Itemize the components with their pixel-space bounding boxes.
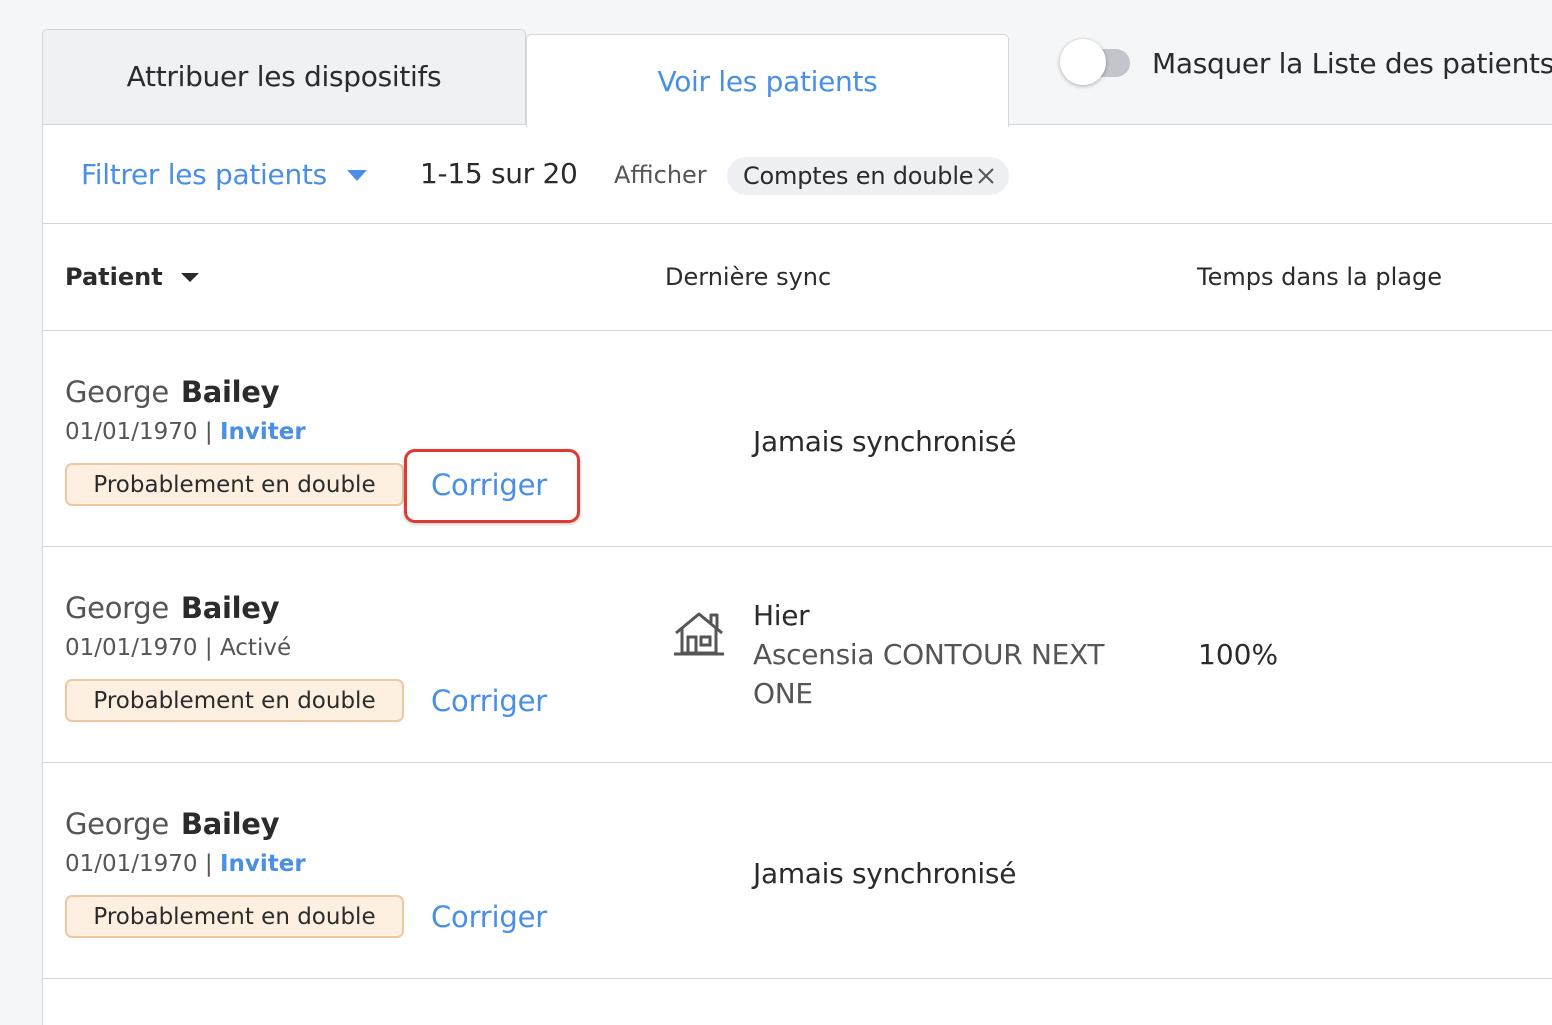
table-row: George Bailey 01/01/1970 | Activé Probabl…: [43, 547, 1552, 763]
tab-assign-devices-label: Attribuer les dispositifs: [126, 60, 442, 93]
show-label: Afficher: [614, 161, 707, 189]
close-icon[interactable]: [975, 165, 997, 187]
patient-first-name: George: [65, 375, 169, 409]
patient-dob: 01/01/1970: [65, 419, 198, 445]
duplicate-badge: Probablement en double: [65, 679, 404, 722]
chevron-down-icon: [346, 169, 367, 181]
duplicate-accounts-chip: Comptes en double: [727, 157, 1009, 195]
column-header-patient-label: Patient: [65, 263, 163, 291]
table-row: George Bailey 01/01/1970 | Inviter Probab…: [43, 763, 1552, 979]
patient-meta: 01/01/1970 | Inviter: [65, 851, 306, 877]
invite-link[interactable]: Inviter: [220, 419, 306, 445]
patient-first-name: George: [65, 807, 169, 841]
column-header-patient[interactable]: Patient: [65, 260, 199, 294]
invite-link[interactable]: Inviter: [220, 851, 306, 877]
patient-name[interactable]: George Bailey: [65, 807, 280, 841]
home-icon: [674, 612, 724, 656]
patient-first-name: George: [65, 591, 169, 625]
meta-separator: |: [204, 851, 213, 877]
chip-label: Comptes en double: [743, 162, 974, 190]
patient-meta: 01/01/1970 | Activé: [65, 635, 291, 661]
last-sync-info: Hier Ascensia CONTOUR NEXT ONE: [753, 596, 1133, 713]
last-sync-value: Hier: [753, 599, 810, 632]
duplicate-badge: Probablement en double: [65, 463, 404, 506]
column-header-time-in-range: Temps dans la plage: [1197, 263, 1442, 291]
last-sync-value: Jamais synchronisé: [753, 425, 1017, 458]
patient-meta: 01/01/1970 | Inviter: [65, 419, 306, 445]
fix-duplicate-link[interactable]: Corriger: [431, 465, 547, 505]
time-in-range-value: 100%: [1198, 638, 1279, 671]
patient-last-name: Bailey: [180, 375, 280, 409]
patient-name[interactable]: George Bailey: [65, 591, 280, 625]
toggle-knob: [1060, 39, 1106, 85]
table-row: George Bailey 01/01/1970 | Inviter Probab…: [43, 331, 1552, 547]
pagination-count: 1-15 sur 20: [420, 157, 578, 190]
filter-bar: Filtrer les patients 1-15 sur 20 Affiche…: [43, 125, 1552, 224]
patient-last-name: Bailey: [180, 591, 280, 625]
meta-separator: |: [204, 635, 213, 661]
meta-separator: |: [204, 419, 213, 445]
last-sync-value: Jamais synchronisé: [753, 857, 1017, 890]
filter-patients-label: Filtrer les patients: [81, 157, 327, 191]
fix-duplicate-link[interactable]: Corriger: [431, 897, 547, 937]
sync-device: Ascensia CONTOUR NEXT ONE: [753, 638, 1105, 710]
patient-last-name: Bailey: [180, 807, 280, 841]
chevron-down-icon: [180, 272, 199, 282]
fix-duplicate-link[interactable]: Corriger: [431, 681, 547, 721]
table-header: Patient Dernière sync Temps dans la plag…: [43, 224, 1552, 331]
tab-assign-devices[interactable]: Attribuer les dispositifs: [42, 29, 526, 125]
tab-view-patients[interactable]: Voir les patients: [526, 34, 1009, 127]
patient-status: Activé: [219, 635, 292, 661]
filter-patients-button[interactable]: Filtrer les patients: [81, 153, 367, 195]
column-header-last-sync: Dernière sync: [665, 263, 832, 291]
hide-patient-list-label: Masquer la Liste des patients: [1152, 46, 1552, 80]
patients-panel: Filtrer les patients 1-15 sur 20 Affiche…: [42, 124, 1552, 1025]
hide-patient-list-toggle[interactable]: [1060, 39, 1130, 87]
patient-dob: 01/01/1970: [65, 635, 198, 661]
tab-view-patients-label: Voir les patients: [657, 64, 878, 98]
patient-dob: 01/01/1970: [65, 851, 198, 877]
duplicate-badge: Probablement en double: [65, 895, 404, 938]
hide-patient-list-control: Masquer la Liste des patients: [1060, 38, 1552, 88]
patient-name[interactable]: George Bailey: [65, 375, 280, 409]
